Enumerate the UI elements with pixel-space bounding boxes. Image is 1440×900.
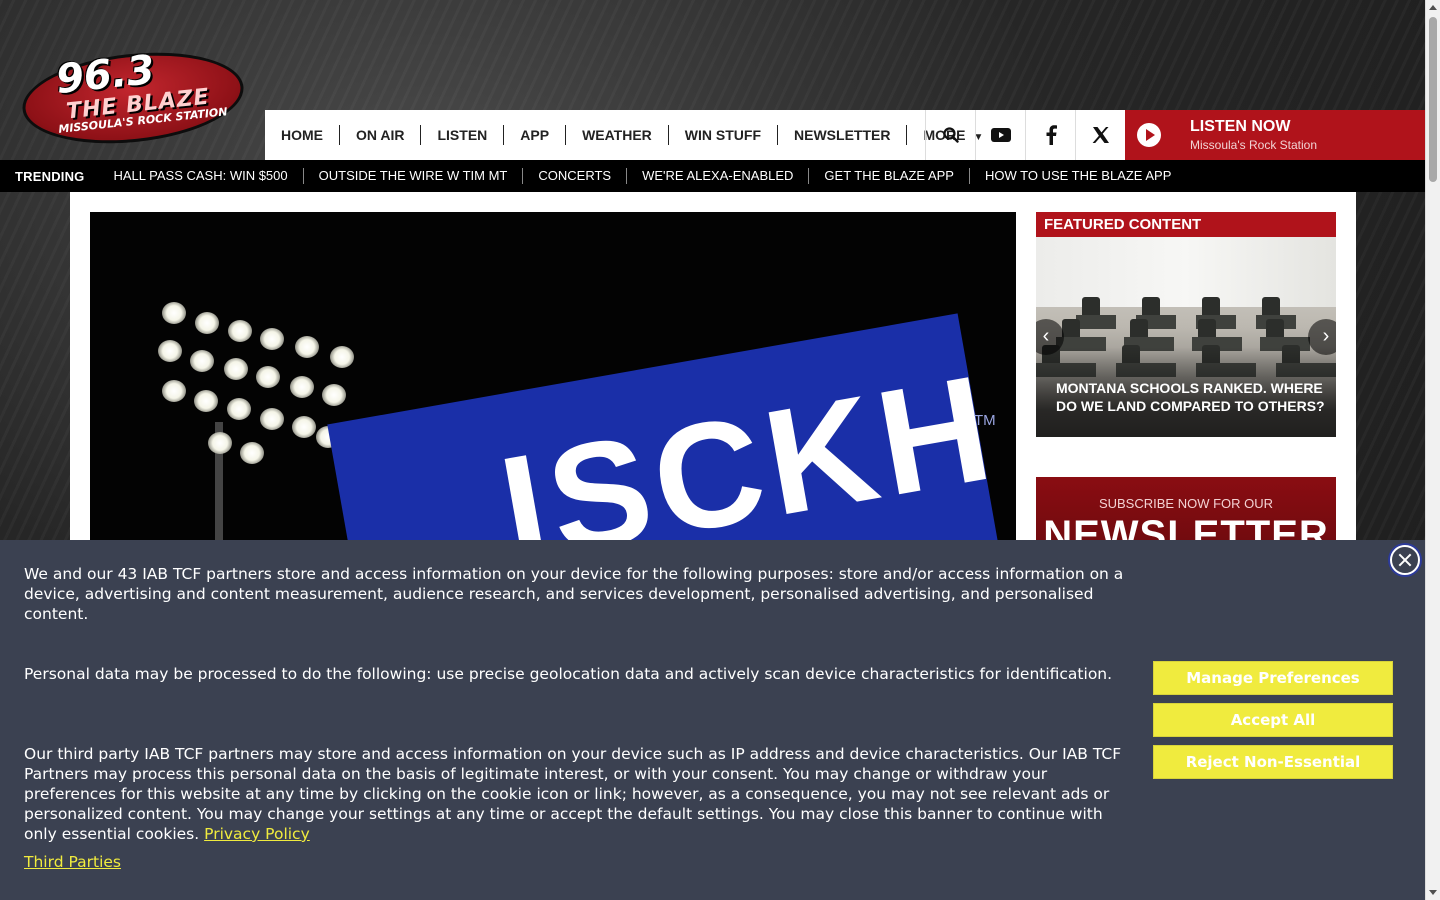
trending-bar: TRENDING HALL PASS CASH: WIN $500 OUTSID… (0, 160, 1425, 192)
featured-caption: MONTANA SCHOOLS RANKED. WHERE DO WE LAND… (1056, 380, 1325, 414)
scroll-up-icon[interactable] (1429, 5, 1437, 10)
nav-weather[interactable]: WEATHER (566, 125, 669, 145)
search-icon (942, 127, 959, 143)
scrollbar[interactable] (1425, 0, 1440, 900)
cookie-banner: We and our 43 IAB TCF partners store and… (0, 540, 1425, 900)
stadium-light (322, 384, 346, 406)
stadium-light (256, 366, 280, 388)
trending-link[interactable]: OUTSIDE THE WIRE W TIM MT (304, 168, 524, 184)
x-twitter-icon (1092, 127, 1109, 143)
facebook-icon (1046, 125, 1057, 145)
trending-link[interactable]: HALL PASS CASH: WIN $500 (99, 168, 304, 184)
nav-on-air[interactable]: ON AIR (340, 125, 422, 145)
trending-label: TRENDING (15, 168, 85, 184)
scroll-down-icon[interactable] (1429, 890, 1437, 895)
trending-link[interactable]: CONCERTS (523, 168, 628, 184)
stadium-light (208, 432, 232, 454)
facebook-button[interactable] (1025, 110, 1075, 160)
close-icon[interactable] (1390, 545, 1420, 575)
nav-app[interactable]: APP (504, 125, 567, 145)
stadium-light (162, 380, 186, 402)
privacy-policy-link[interactable]: Privacy Policy (204, 825, 310, 843)
youtube-button[interactable] (975, 110, 1025, 160)
newsletter-small: SUBSCRIBE NOW FOR OUR (1098, 496, 1274, 511)
trending-link[interactable]: HOW TO USE THE BLAZE APP (970, 168, 1186, 184)
stadium-light (194, 390, 218, 412)
nav-newsletter[interactable]: NEWSLETTER (778, 125, 908, 145)
featured-header: FEATURED CONTENT (1036, 212, 1336, 237)
listen-now-title: LISTEN NOW (1190, 118, 1291, 135)
stadium-light (295, 336, 319, 358)
cookie-text-processing: Personal data may be processed to do the… (24, 665, 1113, 683)
scrollbar-thumb[interactable] (1429, 17, 1437, 182)
cookie-text-partners-body: Our third party IAB TCF partners may sto… (24, 745, 1122, 843)
listen-now-subtitle: Missoula's Rock Station (1190, 138, 1318, 152)
cookie-text-partners: Our third party IAB TCF partners may sto… (24, 744, 1129, 844)
trending-link[interactable]: WE'RE ALEXA-ENABLED (627, 168, 810, 184)
desk (1076, 315, 1116, 329)
featured-content: FEATURED CONTENT MONTANA SCHOOLS RANKED.… (1036, 212, 1336, 437)
youtube-icon (990, 128, 1011, 142)
stadium-light (290, 376, 314, 398)
featured-card[interactable]: MONTANA SCHOOLS RANKED. WHERE DO WE LAND… (1036, 237, 1336, 437)
stadium-light (260, 408, 284, 430)
nav-home[interactable]: HOME (265, 125, 340, 145)
trending-link[interactable]: GET THE BLAZE APP (809, 168, 970, 184)
stadium-light (190, 350, 214, 372)
search-button[interactable] (925, 110, 975, 160)
stadium-light (330, 346, 354, 368)
station-logo[interactable]: 96.3 THE BLAZE MISSOULA'S ROCK STATION (18, 42, 248, 154)
stadium-light (162, 302, 186, 324)
third-parties-link[interactable]: Third Parties (24, 852, 121, 872)
manage-preferences-button[interactable]: Manage Preferences (1153, 661, 1393, 695)
play-icon (1137, 123, 1161, 147)
stadium-light (227, 398, 251, 420)
nav-win-stuff[interactable]: WIN STUFF (669, 125, 779, 145)
reject-non-essential-button[interactable]: Reject Non-Essential (1153, 745, 1393, 779)
stadium-light (195, 312, 219, 334)
stadium-light (260, 328, 284, 350)
accept-all-button[interactable]: Accept All (1153, 703, 1393, 737)
chevron-left-icon: ‹ (1042, 325, 1050, 347)
trademark-mark: TM (974, 412, 996, 429)
main-nav: HOME ON AIR LISTEN APP WEATHER WIN STUFF… (265, 110, 1425, 160)
cookie-text-purposes: We and our 43 IAB TCF partners store and… (24, 565, 1124, 623)
stadium-light (228, 320, 252, 342)
x-twitter-button[interactable] (1075, 110, 1125, 160)
hero-image[interactable]: ISCKH TM (90, 212, 1016, 552)
stadium-light (224, 358, 248, 380)
listen-now-button[interactable]: LISTEN NOW Missoula's Rock Station (1125, 110, 1425, 160)
nav-items: HOME ON AIR LISTEN APP WEATHER WIN STUFF… (265, 110, 999, 160)
classroom-window (1036, 237, 1336, 307)
stadium-light (158, 340, 182, 362)
stadium-light (240, 442, 264, 464)
nav-listen[interactable]: LISTEN (421, 125, 505, 145)
stadium-light (292, 416, 316, 438)
chevron-right-icon: › (1322, 325, 1330, 347)
carousel-next-button[interactable]: › (1308, 319, 1336, 355)
